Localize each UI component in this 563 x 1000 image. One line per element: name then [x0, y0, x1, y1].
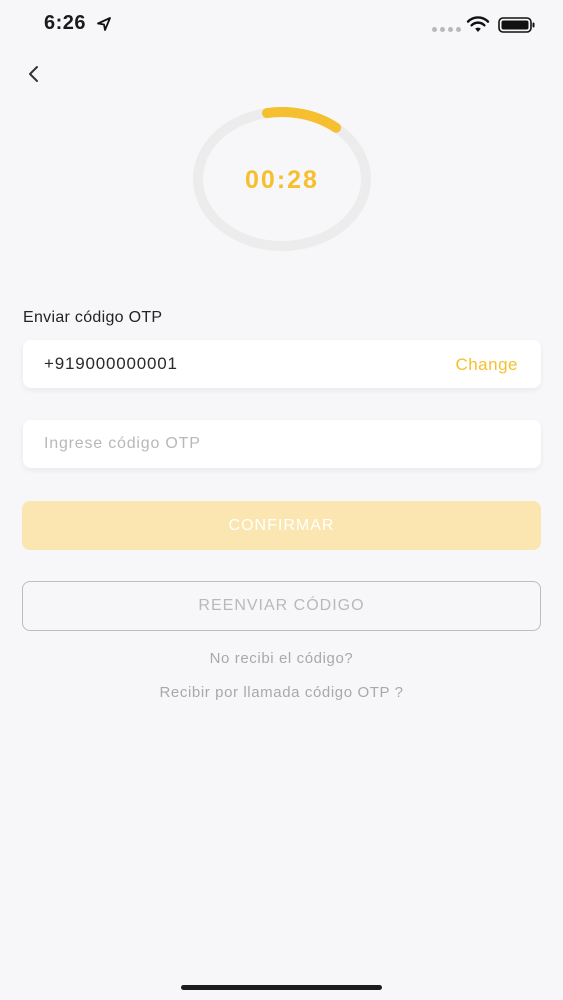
timer-ring-progress	[261, 107, 342, 133]
change-phone-link[interactable]: Change	[455, 355, 518, 375]
no-code-received-link[interactable]: No recibi el código?	[0, 650, 563, 667]
phone-number-value: +919000000001	[44, 354, 178, 373]
otp-verification-screen: 6:26 00:28 Enviar código OTP +9190000000…	[0, 0, 563, 1000]
receive-otp-by-call-link[interactable]: Recibir por llamada código OTP ?	[0, 684, 563, 701]
battery-icon	[498, 17, 535, 33]
signal-dots-icon	[432, 27, 461, 32]
wifi-icon	[466, 16, 490, 32]
countdown-timer: 00:28	[191, 104, 373, 254]
send-otp-label: Enviar código OTP	[23, 309, 163, 326]
otp-input-container	[23, 420, 541, 468]
home-indicator	[181, 985, 382, 990]
otp-code-input[interactable]	[23, 420, 541, 468]
back-button[interactable]	[20, 60, 48, 88]
timer-display: 00:28	[245, 166, 319, 194]
resend-code-button[interactable]: REENVIAR CÓDIGO	[22, 581, 541, 631]
chevron-left-icon	[29, 66, 38, 82]
location-arrow-icon	[97, 17, 111, 31]
phone-number-field: +919000000001 Change	[23, 340, 541, 388]
status-time: 6:26	[44, 12, 87, 34]
confirm-button[interactable]: CONFIRMAR	[22, 501, 541, 550]
